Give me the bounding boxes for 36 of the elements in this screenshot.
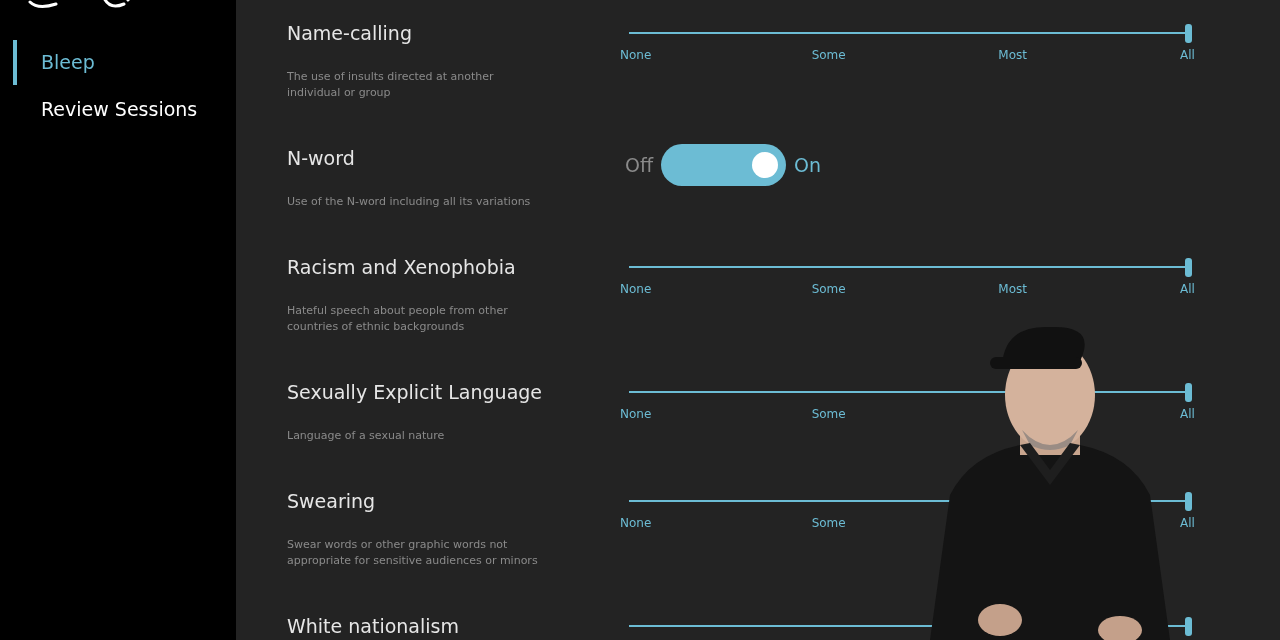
tick-label: All: [1180, 406, 1195, 423]
toggle-knob: [752, 152, 779, 178]
slider-thumb[interactable]: [1185, 617, 1192, 636]
tick-label: Most: [998, 47, 1027, 64]
tick-label: None: [620, 281, 652, 298]
setting-title: Sexually Explicit Language: [287, 380, 544, 404]
toggle-switch[interactable]: [661, 144, 787, 186]
setting-description: Hateful speech about people from other countries of ethnic backgrounds: [287, 303, 509, 335]
slider-thumb[interactable]: [1185, 383, 1192, 402]
setting-description: The use of insults directed at another individual or group: [287, 69, 495, 101]
tick-label: All: [1180, 47, 1195, 64]
setting-description: Language of a sexual nature: [287, 428, 446, 444]
on-label: On: [794, 152, 822, 178]
setting-title: Racism and Xenophobia: [287, 255, 517, 279]
tick-label: Some: [811, 47, 846, 64]
setting-title: Name-calling: [287, 21, 413, 45]
tick-label: Some: [811, 406, 846, 423]
setting-title: N-word: [287, 146, 356, 170]
tick-label: None: [620, 515, 652, 532]
off-label: Off: [625, 152, 654, 178]
nav-item[interactable]: Review Sessions: [41, 95, 198, 124]
setting-title: Swearing: [287, 489, 377, 513]
slider-thumb[interactable]: [1185, 492, 1192, 511]
tick-label: None: [620, 47, 652, 64]
slider-thumb[interactable]: [1185, 24, 1192, 43]
tick-label: Most: [998, 281, 1027, 298]
slider-thumb[interactable]: [1185, 258, 1192, 277]
tick-label: Some: [811, 515, 846, 532]
tick-label: All: [1180, 281, 1195, 298]
tick-label: None: [620, 406, 652, 423]
tick-label: Some: [811, 281, 846, 298]
setting-description: Use of the N-word including all its variations: [287, 194, 532, 210]
tick-label: All: [1180, 515, 1195, 532]
setting-title: White nationalism: [287, 614, 460, 638]
nav-item[interactable]: Bleep: [41, 48, 95, 77]
setting-description: Swear words or other graphic words not appropriate for sensitive audiences or minors: [287, 537, 539, 569]
